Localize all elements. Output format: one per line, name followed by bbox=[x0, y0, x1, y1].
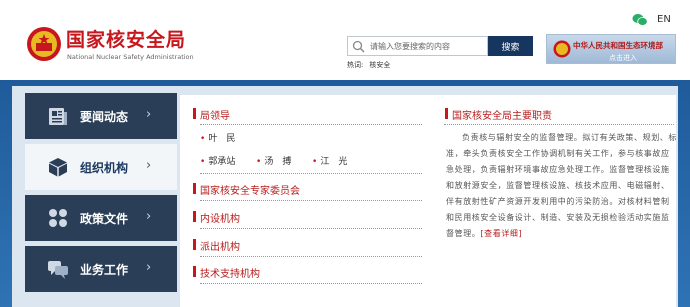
site-title[interactable]: 国家核安全局 bbox=[66, 25, 186, 52]
section-expert-committee: 国家核安全专家委员会 bbox=[193, 182, 300, 197]
divider bbox=[200, 228, 422, 229]
search-button[interactable]: 搜索 bbox=[488, 36, 533, 56]
header: 国家核安全局 National Nuclear Safety Administr… bbox=[0, 0, 690, 80]
chat-icon bbox=[48, 261, 68, 279]
english-link[interactable]: EN bbox=[657, 14, 671, 25]
leader-link[interactable]: 叶 民 bbox=[200, 131, 235, 144]
side-nav: 要闻动态 › 组织机构 › 政策文件 › 业务工作 › bbox=[25, 93, 177, 303]
divider bbox=[200, 173, 422, 174]
nav-label: 要闻动态 bbox=[80, 110, 129, 124]
search-box bbox=[347, 36, 488, 56]
chevron-right-icon: › bbox=[146, 158, 152, 173]
search-icon bbox=[352, 40, 365, 53]
responsibilities-title: 国家核安全局主要职责 bbox=[445, 107, 552, 122]
view-details-link[interactable]: [查看详细] bbox=[480, 229, 522, 238]
nav-item-policy[interactable]: 政策文件 › bbox=[25, 195, 177, 241]
leader-link[interactable]: 郭承站 bbox=[200, 154, 235, 167]
section-link[interactable]: 内设机构 bbox=[200, 214, 240, 225]
leaders-link[interactable]: 局领导 bbox=[200, 111, 230, 122]
divider bbox=[200, 124, 422, 125]
section-link[interactable]: 技术支持机构 bbox=[200, 269, 260, 280]
leaders-title: 局领导 bbox=[193, 107, 230, 122]
mee-banner-subtitle: 点击进入 bbox=[609, 54, 637, 62]
section-link[interactable]: 派出机构 bbox=[200, 242, 240, 253]
section-technical-support: 技术支持机构 bbox=[193, 265, 260, 280]
chevron-right-icon: › bbox=[146, 209, 152, 224]
divider bbox=[200, 283, 422, 284]
nav-label: 组织机构 bbox=[80, 161, 129, 175]
nav-item-business[interactable]: 业务工作 › bbox=[25, 246, 177, 292]
mee-banner-title: 中华人民共和国生态环境部 bbox=[573, 41, 663, 50]
divider bbox=[444, 124, 674, 125]
clover-icon bbox=[49, 209, 67, 227]
national-emblem-icon[interactable] bbox=[26, 26, 62, 62]
chevron-right-icon: › bbox=[146, 260, 152, 275]
divider bbox=[200, 200, 422, 201]
nav-item-news[interactable]: 要闻动态 › bbox=[25, 93, 177, 139]
leader-link[interactable]: 汤 搏 bbox=[256, 154, 291, 167]
section-link[interactable]: 国家核安全专家委员会 bbox=[200, 186, 300, 197]
responsibilities-body: 负责核与辐射安全的监督管理。拟订有关政策、规划、标准，牵头负责核安全工作协调机制… bbox=[446, 133, 677, 238]
hot-word-link[interactable]: 核安全 bbox=[369, 61, 390, 69]
search-input[interactable] bbox=[370, 38, 486, 54]
mee-banner-link[interactable]: 中华人民共和国生态环境部 点击进入 bbox=[546, 34, 676, 64]
wechat-icon[interactable] bbox=[632, 13, 648, 27]
news-icon bbox=[49, 108, 67, 125]
responsibilities-text: 负责核与辐射安全的监督管理。拟订有关政策、规划、标准，牵头负责核安全工作协调机制… bbox=[446, 130, 678, 242]
site-subtitle: National Nuclear Safety Administration bbox=[67, 53, 194, 61]
chevron-right-icon: › bbox=[146, 107, 152, 122]
hot-words: 热词: 核安全 bbox=[347, 60, 390, 70]
cube-icon bbox=[49, 158, 67, 177]
mee-emblem-icon bbox=[553, 40, 571, 58]
leader-link[interactable]: 江 光 bbox=[312, 154, 347, 167]
nav-label: 政策文件 bbox=[80, 212, 129, 226]
nav-label: 业务工作 bbox=[80, 263, 129, 277]
section-dispatched: 派出机构 bbox=[193, 238, 240, 253]
hot-words-label: 热词: bbox=[347, 61, 364, 69]
nav-item-organization[interactable]: 组织机构 › bbox=[25, 144, 177, 190]
divider bbox=[200, 256, 422, 257]
section-internal: 内设机构 bbox=[193, 210, 240, 225]
